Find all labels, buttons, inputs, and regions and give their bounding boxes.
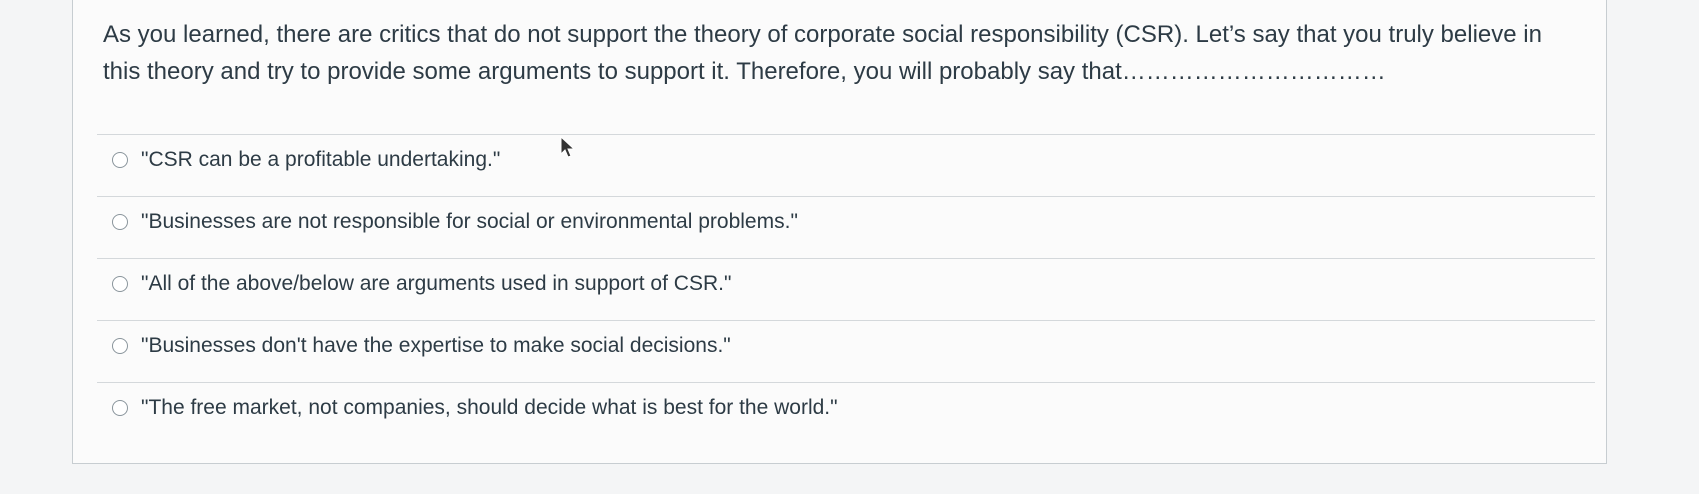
radio-unselected-icon[interactable] xyxy=(112,276,128,292)
question-card: As you learned, there are critics that d… xyxy=(72,0,1607,464)
answer-list: "CSR can be a profitable undertaking." "… xyxy=(97,134,1595,444)
answer-option-5[interactable]: "The free market, not companies, should … xyxy=(97,382,1595,444)
radio-unselected-icon[interactable] xyxy=(112,338,128,354)
radio-unselected-icon[interactable] xyxy=(112,214,128,230)
radio-unselected-icon[interactable] xyxy=(112,152,128,168)
answer-option-4[interactable]: "Businesses don't have the expertise to … xyxy=(97,320,1595,382)
question-text: As you learned, there are critics that d… xyxy=(103,21,1542,85)
answer-label[interactable]: "Businesses don't have the expertise to … xyxy=(141,333,731,359)
radio-unselected-icon[interactable] xyxy=(112,400,128,416)
answer-option-2[interactable]: "Businesses are not responsible for soci… xyxy=(97,196,1595,258)
answer-label[interactable]: "CSR can be a profitable undertaking." xyxy=(141,147,500,173)
answer-label[interactable]: "Businesses are not responsible for soci… xyxy=(141,209,798,235)
answer-option-3[interactable]: "All of the above/below are arguments us… xyxy=(97,258,1595,320)
answer-label[interactable]: "All of the above/below are arguments us… xyxy=(141,271,731,297)
answer-label[interactable]: "The free market, not companies, should … xyxy=(141,395,838,421)
answer-option-1[interactable]: "CSR can be a profitable undertaking." xyxy=(97,134,1595,196)
